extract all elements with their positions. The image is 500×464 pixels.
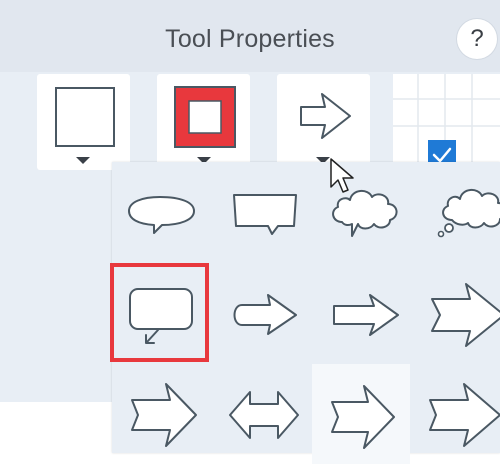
- right-arrow-icon: [333, 294, 399, 336]
- shape-notched-arrow-partial[interactable]: [418, 362, 500, 462]
- speech-bubble-rounded-icon: [128, 196, 195, 234]
- selected-shape-highlight: [110, 263, 209, 362]
- shape-select-button[interactable]: [277, 74, 370, 170]
- panel-title: Tool Properties: [165, 25, 335, 53]
- shapes-popup: [110, 162, 500, 464]
- shape-speech-bubble-rounded[interactable]: [112, 162, 214, 262]
- outline-color-button[interactable]: [157, 74, 250, 170]
- grid-icon: [393, 74, 500, 170]
- speech-bubble-rect-icon: [233, 194, 297, 235]
- double-arrow-icon: [229, 391, 299, 439]
- help-button[interactable]: ?: [457, 19, 497, 59]
- shape-callout-box-arrow[interactable]: [110, 262, 214, 362]
- shape-double-arrow[interactable]: [214, 362, 316, 462]
- grid-picker[interactable]: [393, 74, 500, 170]
- notched-arrow-hover-icon: [331, 385, 395, 449]
- notched-arrow-icon: [431, 283, 500, 347]
- shape-rounded-arrow[interactable]: [214, 262, 316, 362]
- panel-header: Tool Properties ?: [0, 0, 500, 72]
- mouse-cursor-icon: [330, 158, 354, 193]
- shape-right-arrow[interactable]: [316, 262, 418, 362]
- shape-notched-arrow-hover[interactable]: [312, 364, 410, 464]
- shape-notched-arrow-large[interactable]: [112, 362, 214, 462]
- thought-bubble-icon: [437, 189, 500, 238]
- shape-notched-arrow[interactable]: [418, 262, 500, 362]
- notched-arrow-large-icon: [131, 383, 197, 447]
- arrow-icon: [300, 93, 351, 164]
- rounded-arrow-icon: [233, 294, 297, 335]
- outline-swatch-icon: [174, 86, 236, 164]
- shape-speech-bubble-rect[interactable]: [214, 162, 316, 262]
- fill-swatch-icon: [55, 87, 115, 164]
- fill-color-button[interactable]: [37, 74, 130, 170]
- notched-arrow-partial-icon: [429, 383, 500, 447]
- shape-thought-bubble[interactable]: [418, 162, 500, 262]
